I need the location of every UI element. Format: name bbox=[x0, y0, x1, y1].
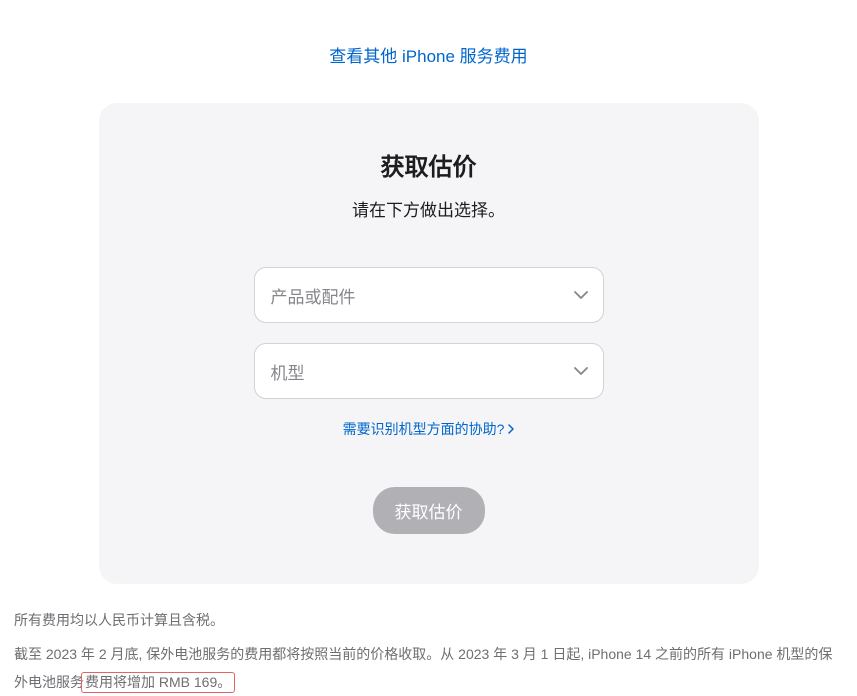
footnote-currency: 所有费用均以人民币计算且含税。 bbox=[14, 606, 843, 634]
price-increase-highlight: 费用将增加 RMB 169。 bbox=[81, 672, 235, 693]
chevron-right-icon bbox=[508, 424, 514, 434]
footnote-price-change: 截至 2023 年 2 月底, 保外电池服务的费用都将按照当前的价格收取。从 2… bbox=[14, 640, 843, 696]
help-link-row: 需要识别机型方面的协助? bbox=[139, 419, 719, 439]
product-select-box: 产品或配件 bbox=[254, 267, 604, 323]
estimate-card: 获取估价 请在下方做出选择。 产品或配件 机型 bbox=[99, 103, 759, 584]
card-title: 获取估价 bbox=[139, 147, 719, 182]
product-select-placeholder: 产品或配件 bbox=[271, 283, 356, 308]
help-link-label: 需要识别机型方面的协助? bbox=[343, 419, 505, 439]
identify-model-help-link[interactable]: 需要识别机型方面的协助? bbox=[343, 419, 515, 439]
footnotes: 所有费用均以人民币计算且含税。 截至 2023 年 2 月底, 保外电池服务的费… bbox=[12, 606, 845, 696]
model-select-placeholder: 机型 bbox=[271, 359, 305, 384]
select-group: 产品或配件 机型 bbox=[254, 267, 604, 399]
product-select[interactable]: 产品或配件 bbox=[254, 267, 604, 323]
card-subtitle: 请在下方做出选择。 bbox=[139, 196, 719, 221]
model-select[interactable]: 机型 bbox=[254, 343, 604, 399]
get-estimate-button[interactable]: 获取估价 bbox=[373, 487, 485, 534]
top-link-row: 查看其他 iPhone 服务费用 bbox=[12, 0, 845, 91]
model-select-box: 机型 bbox=[254, 343, 604, 399]
other-fees-link[interactable]: 查看其他 iPhone 服务费用 bbox=[329, 47, 527, 66]
